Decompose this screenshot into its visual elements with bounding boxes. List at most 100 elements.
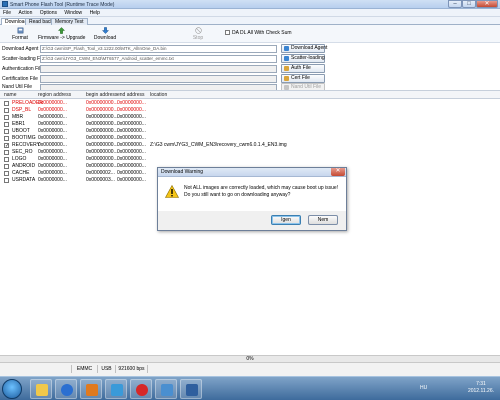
row-checkbox[interactable]	[4, 157, 9, 162]
cell-end: 0x0000000...	[117, 114, 146, 120]
download-icon	[101, 27, 109, 34]
row-checkbox[interactable]	[4, 129, 9, 134]
row-checkbox[interactable]	[4, 171, 9, 176]
row-checkbox[interactable]	[4, 178, 9, 183]
download-agent-button[interactable]: Download Agent	[281, 44, 327, 53]
cell-end: 0x0000000...	[117, 107, 146, 113]
app-icon	[2, 1, 8, 7]
cell-begin: 0x0000002...	[86, 170, 115, 176]
minimize-button[interactable]: –	[448, 0, 462, 8]
header-region-address[interactable]: region address	[38, 92, 71, 98]
row-checkbox[interactable]	[4, 150, 9, 155]
auth-path-field[interactable]	[40, 65, 277, 73]
cell-region: 0x0000000...	[38, 135, 67, 141]
start-button[interactable]	[2, 379, 22, 399]
clock[interactable]: 7:31 2012.11.26.	[468, 381, 494, 395]
header-begin-address[interactable]: begin address	[86, 92, 117, 98]
language-indicator[interactable]: HU	[420, 385, 427, 391]
cell-region: 0x0000000...	[38, 121, 67, 127]
taskbar-opera[interactable]	[130, 379, 152, 399]
stop-icon	[194, 27, 202, 34]
system-tray: HU 7:31 2012.11.26.	[410, 377, 500, 400]
scatter-row: Scatter-loading File Z:\G3 cwm\JYG3_CWM_…	[0, 54, 500, 64]
cell-end: 0x0000000...	[117, 149, 146, 155]
menu-bar: File Action Options Window Help	[0, 9, 500, 17]
row-checkbox[interactable]	[4, 108, 9, 113]
status-bar: 0% EMMC USB 921600 bps	[0, 355, 500, 376]
cell-begin: 0x00000000...	[86, 163, 118, 169]
table-row[interactable]: ✓ RECOVERY 0x0000000... 0x00000000... 0x0000…	[0, 142, 500, 149]
table-row[interactable]: DSP_BL 0x0000000... 0x00000000... 0x0000000…	[0, 107, 500, 114]
dialog-yes-button[interactable]: Igen	[271, 215, 301, 225]
cell-name: CACHE	[12, 170, 30, 176]
maximize-button[interactable]: □	[462, 0, 476, 8]
row-checkbox[interactable]	[4, 115, 9, 120]
cell-end: 0x0000000...	[117, 142, 146, 148]
menu-file[interactable]: File	[0, 9, 14, 17]
scatter-path-field[interactable]: Z:\G3 cwm\JYG3_CWM_EN3\MT6577_Android_sc…	[40, 55, 277, 63]
download-agent-path-field[interactable]: Z:\G3 cwm\SP_Flash_Tool_v3.1222.00\MTK_A…	[40, 45, 277, 53]
table-row[interactable]: UBOOT 0x0000000... 0x00000000... 0x0000000.…	[0, 128, 500, 135]
download-agent-row: Download Agent Z:\G3 cwm\SP_Flash_Tool_v…	[0, 44, 500, 54]
status-cell-blank	[0, 365, 72, 373]
download-button[interactable]: Download	[92, 27, 118, 41]
taskbar-explorer[interactable]	[30, 379, 52, 399]
cell-begin: 0x00000000...	[86, 121, 118, 127]
table-row[interactable]: LOGO 0x0000000... 0x00000000... 0x0000000..…	[0, 156, 500, 163]
dialog-title: Download Warning	[161, 169, 204, 175]
table-row[interactable]: MBR 0x0000000... 0x00000000... 0x0000000...	[0, 114, 500, 121]
scatter-loading-button[interactable]: Scatter-loading	[281, 54, 325, 63]
row-checkbox[interactable]	[4, 136, 9, 141]
taskbar-network[interactable]	[155, 379, 177, 399]
status-baud: 921600 bps	[116, 365, 148, 373]
header-name[interactable]: name	[4, 92, 17, 98]
close-button[interactable]: ✕	[476, 0, 498, 8]
dialog-title-bar: Download Warning ✕	[158, 168, 346, 177]
checkbox-box[interactable]	[225, 30, 230, 35]
table-row[interactable]: BOOTIMG 0x0000000... 0x00000000... 0x000000…	[0, 135, 500, 142]
cell-region: 0x0000000...	[38, 107, 67, 113]
dialog-body: Not ALL images are correctly loaded, whi…	[158, 177, 346, 211]
cell-name: ANDROID	[12, 163, 36, 169]
row-checkbox[interactable]	[4, 164, 9, 169]
menu-window[interactable]: Window	[61, 9, 85, 17]
row-checkbox[interactable]	[4, 101, 9, 106]
table-header: name region address begin address end ad…	[0, 91, 500, 99]
cell-end: 0x0000000...	[117, 170, 146, 176]
cell-region: 0x0000000...	[38, 114, 67, 120]
flash-tool-icon	[186, 384, 198, 396]
row-checkbox[interactable]	[4, 122, 9, 127]
taskbar-media[interactable]	[80, 379, 102, 399]
cell-name: SEC_RO	[12, 149, 33, 155]
table-row[interactable]: EBR1 0x0000000... 0x00000000... 0x0000000..…	[0, 121, 500, 128]
menu-help[interactable]: Help	[87, 9, 103, 17]
cell-region: 0x0000000...	[38, 142, 67, 148]
dialog-message-line1: Not ALL images are correctly loaded, whi…	[184, 185, 339, 191]
auth-file-button[interactable]: Auth File	[281, 64, 325, 73]
dialog-close-button[interactable]: ✕	[331, 168, 345, 176]
cell-begin: 0x00000000...	[86, 135, 118, 141]
firmware-upgrade-button[interactable]: Firmware -> Upgrade	[38, 27, 85, 41]
tab-memory-test[interactable]: Memory Test	[51, 18, 88, 25]
dialog-message-line2: Do you still want to go on downloading a…	[184, 192, 291, 198]
row-checkbox[interactable]: ✓	[4, 143, 9, 149]
cell-region: 0x0000000...	[38, 128, 67, 134]
menu-options[interactable]: Options	[37, 9, 60, 17]
header-end-address[interactable]: end address	[117, 92, 145, 98]
cert-path-field[interactable]	[40, 75, 277, 83]
menu-action[interactable]: Action	[15, 9, 35, 17]
da-checksum-checkbox[interactable]: DA DL All With Check Sum	[225, 30, 292, 36]
download-warning-dialog: Download Warning ✕ Not ALL images are co…	[157, 167, 347, 231]
dialog-no-button[interactable]: Nem	[308, 215, 338, 225]
header-location[interactable]: location	[150, 92, 167, 98]
format-button[interactable]: Format	[8, 27, 32, 41]
cell-end: 0x0000000...	[117, 163, 146, 169]
cert-file-button[interactable]: Cert File	[281, 74, 325, 83]
taskbar-browser[interactable]	[55, 379, 77, 399]
cell-name: DSP_BL	[12, 107, 32, 113]
table-row[interactable]: PRELOADER 0x0000000... 0x00000000... 0x0000…	[0, 100, 500, 107]
taskbar-flash-tool[interactable]	[180, 379, 202, 399]
taskbar-app[interactable]	[105, 379, 127, 399]
stop-button[interactable]: Stop	[190, 27, 206, 41]
table-row[interactable]: SEC_RO 0x0000000... 0x00000000... 0x0000000…	[0, 149, 500, 156]
